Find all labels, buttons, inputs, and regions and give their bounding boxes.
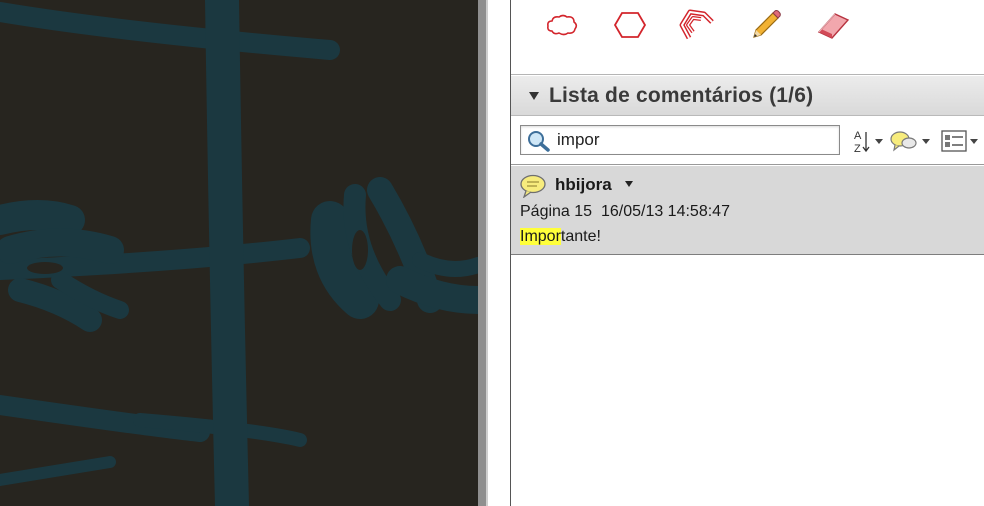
document-view[interactable] xyxy=(0,0,478,506)
pencil-icon xyxy=(753,10,781,38)
options-button[interactable] xyxy=(941,127,978,155)
eraser-icon xyxy=(817,13,850,39)
drawing-tools-bar xyxy=(511,0,984,75)
comment-list-title: Lista de comentários (1/6) xyxy=(549,83,814,107)
comment-pane: Lista de comentários (1/6) A Z xyxy=(510,0,984,506)
magnifier-icon xyxy=(528,131,550,152)
comment-list-toolbar: A Z xyxy=(511,117,984,165)
polygon-tool-button[interactable] xyxy=(611,6,649,44)
comment-datetime: 16/05/13 14:58:47 xyxy=(600,203,730,220)
sort-caret-icon xyxy=(875,138,883,144)
author-menu-caret-icon[interactable] xyxy=(625,181,633,187)
filter-comments-icon xyxy=(890,131,917,152)
cloud-icon xyxy=(547,14,578,36)
comment-text: Importante! xyxy=(520,228,601,246)
comment-page: Página 15 xyxy=(520,203,593,220)
search-input[interactable] xyxy=(557,128,827,152)
polyline-icon xyxy=(679,9,714,40)
filter-button[interactable] xyxy=(889,127,930,155)
pane-splitter[interactable] xyxy=(478,0,488,506)
comment-item[interactable]: hbijora Página 15 16/05/13 14:58:47 Impo… xyxy=(511,166,984,255)
speech-bubble-icon xyxy=(520,174,546,198)
polyline-tool-button[interactable] xyxy=(678,6,716,44)
svg-text:Z: Z xyxy=(854,143,861,154)
comment-author[interactable]: hbijora xyxy=(555,175,612,195)
options-caret-icon xyxy=(970,138,978,144)
collapse-triangle-icon[interactable] xyxy=(529,91,539,100)
sort-az-icon: A Z xyxy=(854,130,870,154)
cloud-tool-button[interactable] xyxy=(543,6,581,44)
comment-list-header[interactable]: Lista de comentários (1/6) xyxy=(511,76,984,116)
svg-text:A: A xyxy=(854,130,862,142)
search-match-highlight: Impor xyxy=(520,228,561,245)
pencil-tool-button[interactable] xyxy=(746,6,784,44)
eraser-tool-button[interactable] xyxy=(814,6,852,44)
polygon-icon xyxy=(613,12,647,38)
pane-gap xyxy=(488,0,510,506)
search-box[interactable] xyxy=(520,125,840,155)
filter-caret-icon xyxy=(922,138,930,144)
sort-button[interactable]: A Z xyxy=(852,127,883,155)
comment-text-rest: tante! xyxy=(560,228,601,245)
comment-meta: Página 15 16/05/13 14:58:47 xyxy=(520,203,730,221)
list-options-icon xyxy=(941,130,967,152)
document-page-image xyxy=(0,0,478,506)
